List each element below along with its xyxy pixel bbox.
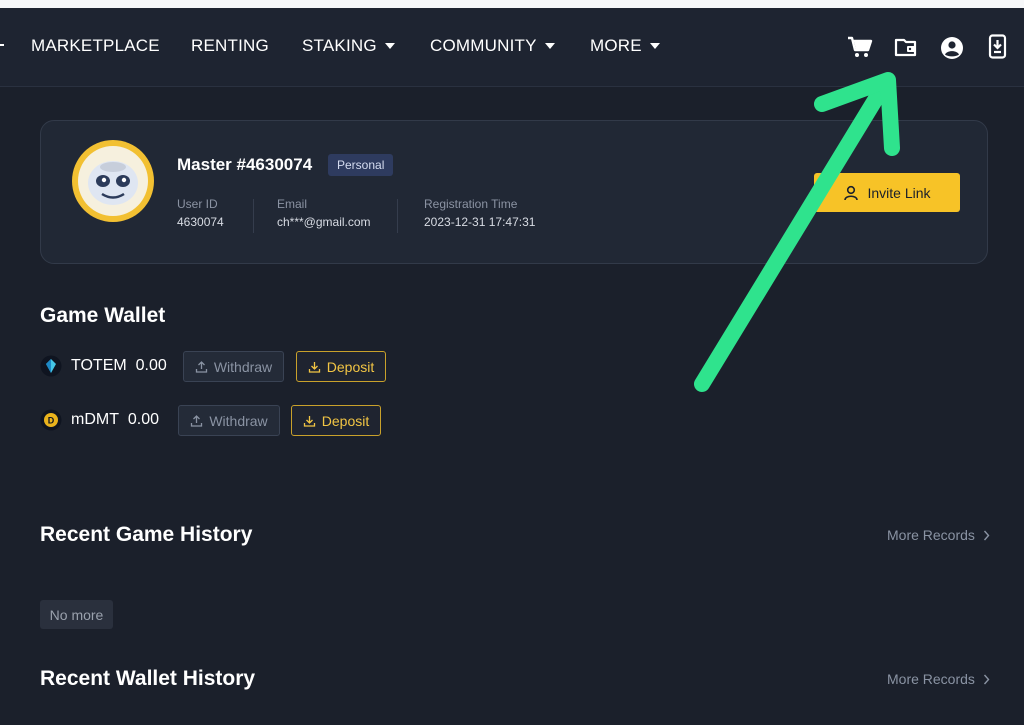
email-label: Email — [277, 197, 308, 211]
username: Master #4630074 — [177, 155, 313, 174]
divider — [253, 199, 254, 233]
wallet-icon[interactable] — [893, 36, 919, 58]
nav-overflow-indicator — [0, 44, 4, 46]
withdraw-label: Withdraw — [213, 358, 273, 375]
download-icon — [303, 416, 315, 427]
registration-time-value: 2023-12-31 17:47:31 — [424, 215, 536, 229]
nav-staking[interactable]: STAKING — [302, 36, 395, 56]
chevron-down-icon — [384, 43, 395, 49]
chevron-down-icon — [544, 43, 555, 49]
chevron-right-icon — [983, 530, 990, 540]
nav-community-label: COMMUNITY — [430, 36, 537, 55]
top-navigation: MARKETPLACE RENTING STAKING COMMUNITY MO… — [0, 8, 1024, 87]
nav-more[interactable]: MORE — [590, 36, 660, 56]
registration-time-label: Registration Time — [424, 197, 518, 211]
browser-top-edge — [0, 0, 1024, 8]
download-icon — [308, 362, 320, 373]
totem-coin-icon — [40, 355, 62, 377]
recent-wallet-history-title: Recent Wallet History — [40, 667, 256, 690]
totem-amount: 0.00 — [135, 357, 167, 374]
user-id-label: User ID — [177, 197, 218, 211]
mdmt-coin-icon: D — [40, 409, 62, 431]
game-wallet-title: Game Wallet — [40, 304, 166, 327]
profile-card: Master #4630074 Personal User ID 4630074… — [40, 120, 988, 264]
more-records-label: More Records — [887, 671, 975, 687]
recent-game-history-title: Recent Game History — [40, 523, 253, 546]
cart-icon[interactable] — [847, 36, 873, 58]
chevron-down-icon — [649, 43, 660, 49]
nav-renting[interactable]: RENTING — [191, 36, 269, 56]
mdmt-symbol: mDMT — [71, 411, 119, 428]
nav-community[interactable]: COMMUNITY — [430, 36, 555, 56]
nav-renting-label: RENTING — [191, 36, 269, 55]
invite-link-label: Invite Link — [867, 184, 931, 201]
totem-deposit-button[interactable]: Deposit — [296, 351, 386, 382]
mdmt-deposit-button[interactable]: Deposit — [291, 405, 381, 436]
account-type-badge: Personal — [328, 154, 394, 176]
user-icon — [844, 185, 859, 200]
email-value: ch***@gmail.com — [277, 215, 371, 229]
mdmt-balance: mDMT 0.00 — [71, 411, 159, 429]
divider — [397, 199, 398, 233]
totem-withdraw-button[interactable]: Withdraw — [183, 351, 284, 382]
withdraw-label: Withdraw — [209, 412, 268, 429]
svg-text:D: D — [48, 416, 55, 426]
user-id-value: 4630074 — [177, 215, 224, 229]
avatar — [71, 139, 155, 223]
nav-marketplace-label: MARKETPLACE — [31, 36, 160, 55]
nav-marketplace[interactable]: MARKETPLACE — [31, 36, 160, 56]
nav-staking-label: STAKING — [302, 36, 377, 55]
account-icon[interactable] — [939, 36, 965, 59]
game-history-more-records-link[interactable]: More Records — [887, 527, 990, 543]
totem-balance: TOTEM 0.00 — [71, 357, 167, 375]
deposit-label: Deposit — [326, 358, 375, 375]
wallet-history-more-records-link[interactable]: More Records — [887, 671, 990, 687]
empty-state-badge: No more — [40, 600, 113, 629]
deposit-label: Deposit — [321, 412, 370, 429]
upload-icon — [195, 361, 207, 373]
download-app-icon[interactable] — [987, 34, 1013, 59]
upload-icon — [191, 415, 203, 427]
mdmt-amount: 0.00 — [127, 411, 160, 428]
more-records-label: More Records — [887, 527, 975, 543]
invite-link-button[interactable]: Invite Link — [814, 173, 960, 212]
nav-more-label: MORE — [590, 36, 642, 55]
totem-symbol: TOTEM — [71, 357, 127, 374]
mdmt-withdraw-button[interactable]: Withdraw — [178, 405, 280, 436]
chevron-right-icon — [983, 674, 990, 684]
